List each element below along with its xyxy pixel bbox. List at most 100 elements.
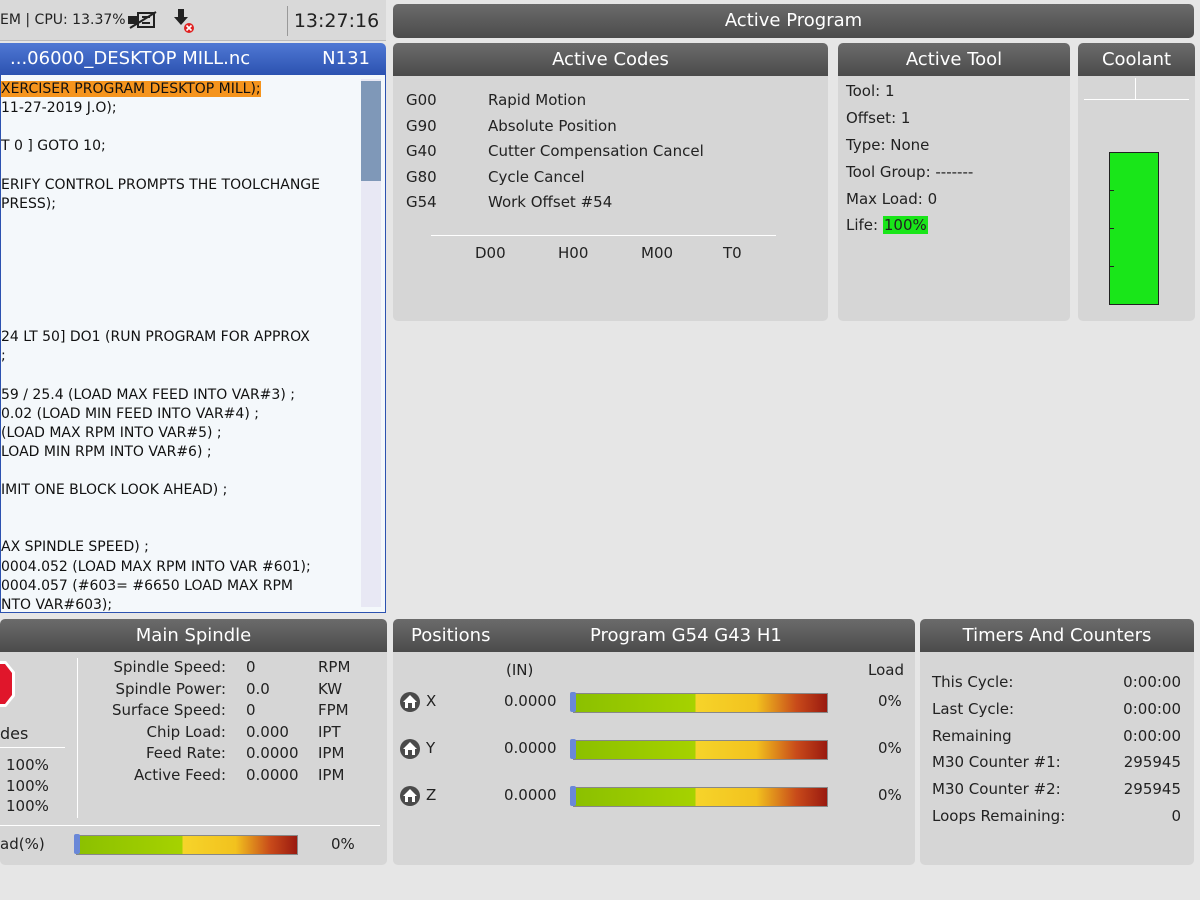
active-tool-panel: Tool: 1 Offset: 1 Type: None Tool Group:…: [838, 76, 1070, 321]
axis-load-value: 0%: [878, 739, 902, 757]
axis-load-bar: [573, 693, 828, 713]
active-code-description: Absolute Position: [488, 116, 617, 135]
code-line[interactable]: T 0 ] GOTO 10;: [1, 138, 106, 154]
spindle-stat-unit: KW: [318, 679, 343, 698]
code-line[interactable]: ERIFY CONTROL PROMPTS THE TOOLCHANGE: [1, 177, 320, 193]
code-line[interactable]: LOAD MIN RPM INTO VAR#6) ;: [1, 444, 212, 460]
spindle-stat-label: Surface Speed:: [112, 701, 226, 720]
timer-value: 0:00:00: [1123, 699, 1181, 718]
spindle-stat-label: Active Feed:: [133, 766, 226, 784]
timers-panel: This Cycle: 0:00:00 Last Cycle: 0:00:00 Rema…: [920, 652, 1194, 865]
code-line[interactable]: 59 / 25.4 (LOAD MAX FEED INTO VAR#3) ;: [1, 387, 295, 403]
coolant-title: Coolant: [1101, 49, 1172, 70]
code-line[interactable]: ;: [1, 348, 6, 364]
active-codes-title: Active Codes: [552, 49, 669, 70]
home-icon[interactable]: [399, 691, 421, 713]
coolant-header: Coolant: [1078, 43, 1195, 76]
spindle-title: Main Spindle: [135, 625, 252, 646]
code-line[interactable]: AX SPINDLE SPEED) ;: [1, 539, 149, 555]
spindle-load-label: ad(%): [0, 835, 45, 853]
timer-value: 0:00:00: [1123, 726, 1181, 745]
axis-position-value: 0.0000: [504, 786, 557, 804]
stop-icon: [0, 661, 15, 707]
active-code: G00: [406, 91, 437, 109]
active-codes-panel: G00 Rapid Motion G90 Absolute Position G40 Cu…: [393, 76, 828, 321]
program-header[interactable]: ...06000_DESKTOP MILL.nc N131: [0, 43, 386, 75]
positions-unit: (IN): [506, 661, 534, 679]
active-code: G54: [406, 193, 437, 211]
active-code: G80: [406, 167, 437, 186]
active-tool-header: Active Tool: [838, 43, 1070, 76]
code-line[interactable]: 0004.057 (#603= #6650 LOAD MAX RPM: [1, 578, 293, 594]
code-footer-item: M00: [641, 244, 674, 262]
positions-header[interactable]: Positions Program G54 G43 H1: [393, 619, 915, 652]
timer-label: Remaining: [932, 726, 1012, 745]
timers-header: Timers And Counters: [920, 619, 1194, 652]
spindle-stat-unit: IPM: [318, 766, 345, 784]
timer-label: M30 Counter #2:: [932, 780, 1061, 799]
program-block-number: N131: [322, 48, 370, 69]
active-code-description: Work Offset #54: [488, 193, 613, 211]
spindle-panel: des 100% 100% 100% Spindle Speed: 0 RPM Spi…: [0, 652, 387, 865]
tool-number: Tool: 1: [846, 82, 895, 100]
axis-load-marker: [570, 739, 576, 759]
axis-load-marker: [570, 786, 576, 806]
axis-position-value: 0.0000: [504, 692, 557, 710]
code-line[interactable]: 24 LT 50] DO1 (RUN PROGRAM FOR APPROX: [1, 329, 310, 345]
scrollbar-thumb[interactable]: [361, 81, 381, 181]
usb-icon: [128, 11, 157, 29]
axis-label: X: [426, 692, 437, 710]
tool-life-value: 100%: [882, 216, 928, 234]
tool-group: Tool Group: -------: [846, 163, 974, 181]
program-listing[interactable]: XERCISER PROGRAM DESKTOP MILL); 11-27-201…: [0, 75, 386, 613]
spindle-stat-unit: RPM: [318, 658, 351, 676]
code-line[interactable]: NTO VAR#603);: [1, 597, 112, 612]
active-codes-header: Active Codes: [393, 43, 828, 76]
spindle-modes-label: des: [0, 724, 29, 743]
timer-label: Loops Remaining:: [932, 807, 1066, 825]
spindle-stat-label: Spindle Power:: [115, 679, 226, 698]
tool-life-label: Life:: [846, 216, 879, 234]
axis-load-value: 0%: [878, 786, 902, 804]
code-line[interactable]: IMIT ONE BLOCK LOOK AHEAD) ;: [1, 482, 227, 498]
code-line[interactable]: 11-27-2019 J.O);: [1, 100, 117, 116]
active-program-header: Active Program: [393, 4, 1194, 38]
positions-program-label: Program G54 G43 H1: [590, 625, 782, 646]
positions-panel: (IN) Load X 0.0000 0% Y 0.0000 0% Z 0.0000 0%: [393, 652, 915, 865]
code-line[interactable]: PRESS);: [1, 196, 56, 212]
positions-title: Positions: [411, 625, 491, 646]
active-tool-title: Active Tool: [905, 49, 1003, 70]
timers-title: Timers And Counters: [962, 625, 1152, 646]
code-line[interactable]: 0004.052 (LOAD MAX RPM INTO VAR #601);: [1, 559, 311, 575]
timer-value: 0: [1171, 807, 1181, 825]
spindle-stat-value: 0.0: [246, 679, 270, 698]
timer-label: Last Cycle:: [932, 699, 1015, 718]
coolant-level-gauge: [1109, 152, 1159, 305]
spindle-override: 100%: [6, 777, 49, 795]
axis-load-bar: [573, 740, 828, 760]
code-footer-item: D00: [475, 244, 506, 262]
active-code-description: Rapid Motion: [488, 91, 587, 109]
code-line[interactable]: (LOAD MAX RPM INTO VAR#5) ;: [1, 425, 222, 441]
program-scrollbar[interactable]: [361, 79, 381, 607]
spindle-stat-unit: IPM: [318, 744, 345, 763]
code-line[interactable]: XERCISER PROGRAM DESKTOP MILL);: [1, 81, 261, 97]
timer-label: This Cycle:: [932, 673, 1014, 691]
positions-load-header: Load: [868, 661, 904, 679]
active-code: G40: [406, 142, 437, 160]
code-footer-item: T0: [723, 244, 742, 262]
coolant-level-fill: [1110, 153, 1158, 304]
status-bar: EM | CPU: 13.37% 13:27:16: [0, 0, 386, 41]
spindle-load-value: 0%: [331, 835, 355, 853]
tool-max-load: Max Load: 0: [846, 190, 938, 208]
spindle-header: Main Spindle: [0, 619, 387, 652]
program-filename: ...06000_DESKTOP MILL.nc: [10, 48, 251, 69]
code-line[interactable]: 0.02 (LOAD MIN FEED INTO VAR#4) ;: [1, 406, 259, 422]
active-code: G90: [406, 116, 437, 135]
rapid-override: 100%: [6, 797, 49, 815]
home-icon[interactable]: [399, 785, 421, 807]
code-footer-item: H00: [558, 244, 589, 262]
spindle-stat-label: Feed Rate:: [145, 744, 226, 763]
axis-label: Y: [426, 739, 436, 757]
home-icon[interactable]: [399, 738, 421, 760]
